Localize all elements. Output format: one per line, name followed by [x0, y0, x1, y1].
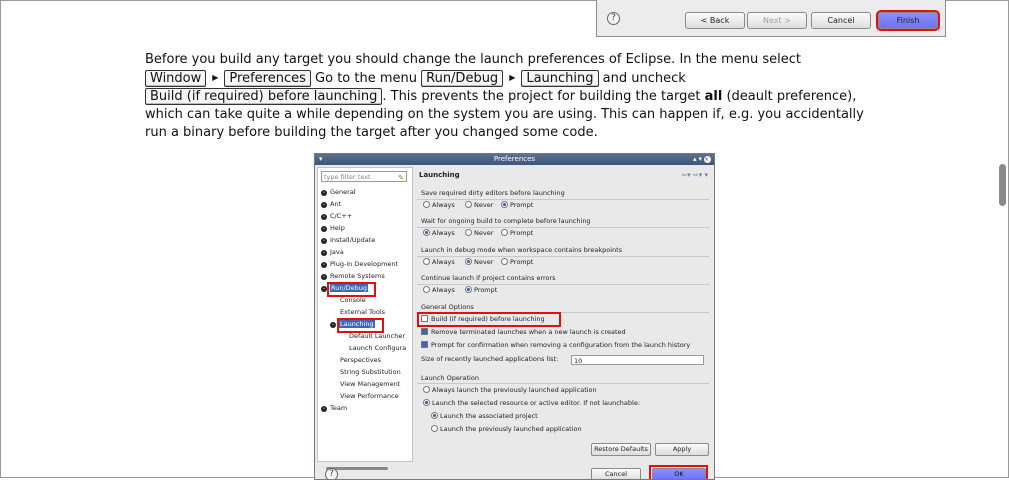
expand-icon: › — [321, 250, 327, 256]
wait-build-label: Wait for ongoing build to complete befor… — [421, 217, 591, 225]
expand-icon: › — [321, 226, 327, 232]
expand-icon: › — [321, 406, 327, 412]
tree-item-team: › Team — [321, 404, 348, 412]
history-size-input: 10 — [571, 355, 704, 365]
history-size-label: Size of recently launched applications l… — [421, 355, 559, 363]
debug-mode-label: Launch in debug mode when workspace cont… — [421, 246, 623, 254]
tree-item-console: Console — [340, 296, 366, 304]
save-prompt-radio: Prompt — [501, 201, 533, 209]
preferences-titlebar: ▾ Preferences ▴▾× — [315, 154, 714, 165]
tree-item-help: › Help — [321, 224, 345, 232]
chevron-down-icon: ▾ — [319, 155, 323, 163]
preferences-title: Preferences — [493, 155, 536, 163]
menu-run-debug: Run/Debug — [421, 70, 504, 87]
triangle-right-icon: ▶ — [509, 73, 516, 82]
op-previous-radio: Always launch the previously launched ap… — [423, 386, 597, 394]
text-3: and uncheck — [602, 71, 686, 86]
tree-item-cpp: › C/C++ — [321, 212, 353, 220]
tree-item-remote-systems: › Remote Systems — [321, 272, 385, 280]
tree-item-string-substitution: String Substitution — [340, 368, 401, 376]
continue-errors-label: Continue launch if project contains erro… — [421, 274, 556, 282]
option-build-before-launching: Build (if required) before launching — [145, 88, 383, 105]
remove-terminated-checkbox: Remove terminated launches when a new la… — [421, 328, 626, 336]
wizard-dialog-footer: ? < Back Next > Cancel Finish — [596, 0, 946, 37]
preferences-screenshot: ▾ Preferences ▴▾× type filter text ✎ › Gen… — [314, 153, 715, 480]
text-4: . This prevents the project for building… — [382, 89, 701, 104]
close-icon: × — [704, 156, 712, 163]
window-controls: ▴▾× — [693, 154, 711, 165]
tree-item-general: › General — [321, 188, 356, 196]
op-selected-radio: Launch the selected resource or active e… — [423, 399, 640, 407]
errors-prompt-radio: Prompt — [465, 286, 497, 294]
errors-always-radio: Always — [423, 286, 455, 294]
instructions-paragraph: Before you build any target you should c… — [145, 51, 875, 142]
apply-button: Apply — [655, 443, 709, 456]
expand-icon: › — [321, 214, 327, 220]
tree-item-external-tools: External Tools — [340, 308, 386, 316]
debug-never-radio: Never — [465, 258, 493, 266]
clear-filter-icon: ✎ — [398, 174, 404, 182]
highlight-launching — [337, 318, 384, 333]
debug-always-radio: Always — [423, 258, 455, 266]
expand-icon: › — [321, 262, 327, 268]
bold-all: all — [704, 89, 723, 104]
op-previous-app-radio: Launch the previously launched applicati… — [431, 425, 582, 433]
finish-button[interactable]: Finish — [876, 10, 940, 31]
navigation-arrows-icon: ⇦▾ ⇨▾ ▾ — [681, 171, 708, 179]
launching-settings-pane: Launching ⇦▾ ⇨▾ ▾ Save required dirty ed… — [415, 167, 712, 460]
expand-icon: › — [321, 190, 327, 196]
back-button[interactable]: < Back — [685, 12, 745, 29]
save-never-radio: Never — [465, 201, 493, 209]
tree-item-default-launcher: Default Launcher — [349, 332, 406, 340]
divider — [417, 383, 709, 384]
filter-placeholder: type filter text — [324, 173, 371, 181]
page-scrollbar-thumb[interactable] — [999, 164, 1006, 206]
triangle-right-icon: ▶ — [212, 73, 219, 82]
divider — [417, 227, 709, 228]
tree-item-view-performance: View Performance — [340, 392, 399, 400]
op-associated-radio: Launch the associated project — [431, 412, 538, 420]
next-button[interactable]: Next > — [747, 12, 807, 29]
text-2: Go to the menu — [315, 71, 417, 86]
highlight-run-debug — [327, 282, 376, 297]
cancel-button[interactable]: Cancel — [811, 12, 871, 29]
tree-item-install-update: › Install/Update — [321, 236, 376, 244]
expand-icon: › — [321, 202, 327, 208]
save-always-radio: Always — [423, 201, 455, 209]
divider — [417, 199, 709, 200]
wait-prompt-radio: Prompt — [501, 229, 533, 237]
question-mark-icon: ? — [325, 468, 338, 479]
debug-prompt-radio: Prompt — [501, 258, 533, 266]
menu-preferences: Preferences — [224, 70, 311, 87]
section-heading: Launching — [419, 171, 460, 179]
expand-icon: › — [321, 238, 327, 244]
divider — [417, 284, 709, 285]
tree-item-java: › Java — [321, 248, 344, 256]
restore-defaults-button: Restore Defaults — [591, 443, 651, 456]
tree-item-view-management: View Management — [340, 380, 401, 388]
tree-item-ant: › Ant — [321, 200, 342, 208]
divider — [417, 256, 709, 257]
preferences-tree-pane: type filter text ✎ › General › Ant › C/C++ ›… — [317, 167, 413, 470]
filter-input: type filter text ✎ — [321, 171, 407, 182]
wait-never-radio: Never — [465, 229, 493, 237]
menu-launching: Launching — [521, 70, 599, 87]
tree-item-perspectives: Perspectives — [340, 356, 382, 364]
tree-item-plugin-development: › Plug-in Development — [321, 260, 399, 268]
launch-operation-label: Launch Operation — [421, 374, 479, 382]
menu-window: Window — [145, 70, 207, 87]
prefs-cancel-button: Cancel — [591, 468, 641, 479]
general-options-label: General Options — [421, 303, 474, 311]
wait-always-radio: Always — [423, 229, 455, 237]
collapse-icon: – — [330, 322, 336, 328]
prompt-confirmation-checkbox: Prompt for confirmation when removing a … — [421, 341, 690, 349]
highlight-build-checkbox — [417, 312, 561, 327]
tree-item-launch-configurations: Launch Configura — [349, 344, 407, 352]
question-mark-icon[interactable]: ? — [607, 12, 620, 25]
text-1: Before you build any target you should c… — [145, 52, 802, 67]
save-editors-label: Save required dirty editors before launc… — [421, 189, 565, 197]
expand-icon: › — [321, 274, 327, 280]
